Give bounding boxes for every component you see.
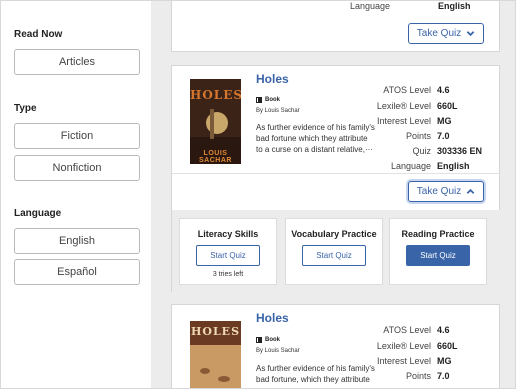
read-now-heading: Read Now	[14, 29, 63, 40]
language-heading: Language	[14, 208, 62, 219]
cover-title-text: HOLES	[190, 88, 241, 102]
start-reading-quiz-button[interactable]: Start Quiz	[406, 245, 470, 266]
interest-label: Interest Level	[376, 356, 431, 366]
lexile-value: 660L	[437, 101, 458, 111]
take-quiz-label: Take Quiz	[416, 28, 462, 39]
author-text: By Louis Sachar	[256, 348, 300, 354]
reading-practice-option: Reading Practice Start Quiz	[389, 218, 487, 285]
cover-title-text: HOLES	[190, 325, 241, 338]
points-label: Points	[405, 131, 431, 141]
literacy-skills-title: Literacy Skills	[197, 229, 259, 239]
app-frame: Read Now Articles Type Fiction Nonfictio…	[0, 0, 516, 389]
chevron-up-icon	[466, 188, 475, 194]
atos-label: ATOS Level	[383, 85, 431, 95]
atos-value: 4.6	[437, 85, 450, 95]
points-value: 7.0	[437, 371, 450, 381]
quiz-value: 303336 EN	[437, 146, 483, 156]
interest-value: MG	[437, 356, 452, 366]
filter-espanol-button[interactable]: Español	[14, 259, 140, 285]
lexile-label: Lexile® Level	[376, 341, 431, 351]
format-label: Book	[256, 337, 280, 343]
format-label: Book	[256, 97, 280, 103]
book-cover-image[interactable]: HOLES	[190, 321, 241, 388]
cover-author-text: LOUIS SACHAR	[199, 150, 232, 164]
quiz-options-panel: Literacy Skills Start Quiz 3 tries left …	[172, 210, 501, 295]
book-icon	[256, 337, 262, 343]
literacy-skills-option: Literacy Skills Start Quiz 3 tries left	[179, 218, 277, 285]
format-text: Book	[265, 337, 280, 343]
start-vocabulary-quiz-button[interactable]: Start Quiz	[302, 245, 366, 266]
book-card-previous: Language English Take Quiz	[171, 1, 500, 52]
filter-sidebar: Read Now Articles Type Fiction Nonfictio…	[1, 1, 151, 388]
quiz-label: Quiz	[412, 146, 431, 156]
atos-label: ATOS Level	[383, 325, 431, 335]
vocabulary-practice-option: Vocabulary Practice Start Quiz	[285, 218, 383, 285]
language-value: English	[437, 161, 470, 171]
book-icon	[256, 97, 262, 103]
book-title-link[interactable]: Holes	[256, 311, 289, 325]
reading-practice-title: Reading Practice	[401, 229, 475, 239]
author-text: By Louis Sachar	[256, 108, 300, 114]
divider	[172, 173, 499, 174]
filter-fiction-button[interactable]: Fiction	[14, 123, 140, 149]
filter-english-button[interactable]: English	[14, 228, 140, 254]
filter-nonfiction-button[interactable]: Nonfiction	[14, 155, 140, 181]
atos-value: 4.6	[437, 325, 450, 335]
lexile-label: Lexile® Level	[376, 101, 431, 111]
book-card-holes: HOLES LOUIS SACHAR Holes Book By Louis S…	[171, 65, 501, 295]
book-cover-image[interactable]: HOLES LOUIS SACHAR	[190, 79, 241, 164]
start-literacy-quiz-button[interactable]: Start Quiz	[196, 245, 260, 266]
language-label: Language	[390, 161, 431, 171]
points-label: Points	[405, 371, 431, 381]
format-text: Book	[265, 97, 280, 103]
type-heading: Type	[14, 103, 37, 114]
language-label: Language	[349, 1, 390, 11]
points-value: 7.0	[437, 131, 450, 141]
take-quiz-label: Take Quiz	[416, 186, 462, 197]
results-list: Language English Take Quiz HOLES LOUIS S…	[151, 1, 515, 388]
language-value: English	[438, 1, 471, 11]
book-card-holes-2: HOLES Holes Book By Louis Sachar As furt…	[171, 304, 500, 388]
interest-value: MG	[437, 116, 452, 126]
interest-label: Interest Level	[376, 116, 431, 126]
filter-articles-button[interactable]: Articles	[14, 49, 140, 75]
tries-left-text: 3 tries left	[212, 271, 244, 278]
take-quiz-button[interactable]: Take Quiz	[408, 23, 484, 44]
take-quiz-button[interactable]: Take Quiz	[408, 181, 484, 202]
lexile-value: 660L	[437, 341, 458, 351]
chevron-down-icon	[466, 31, 475, 37]
book-title-link[interactable]: Holes	[256, 72, 289, 86]
vocabulary-practice-title: Vocabulary Practice	[291, 229, 377, 239]
